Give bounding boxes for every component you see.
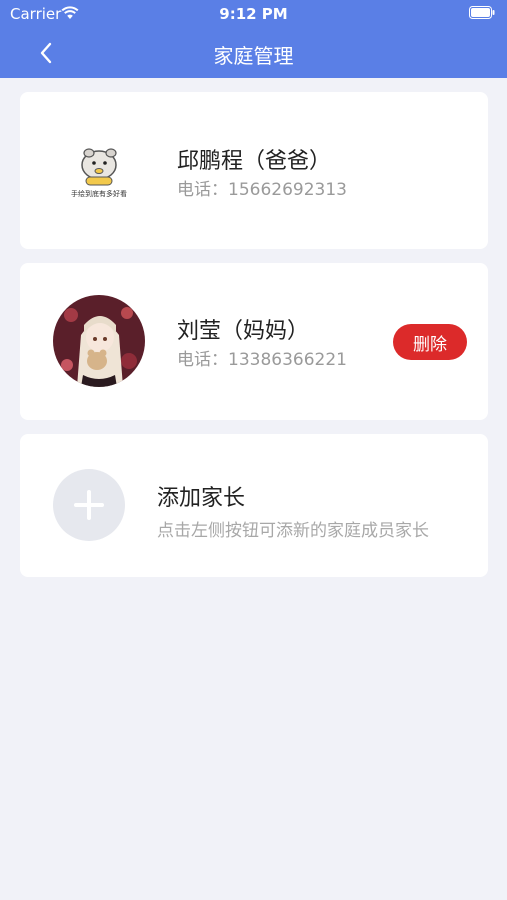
member-card[interactable]: 手绘到底有多好看 邱鹏程（爸爸） 电话：15662692313 [20,92,488,249]
nav-bar: 家庭管理 [0,28,507,78]
status-bar: Carrier 9:12 PM [0,0,507,28]
add-parent-card[interactable]: 添加家长 点击左侧按钮可添新的家庭成员家长 [20,434,488,577]
delete-button[interactable]: 删除 [393,324,467,360]
member-phone: 电话：15662692313 [177,180,347,200]
member-card[interactable]: 刘莹（妈妈） 电话：13386366221 删除 [20,263,488,420]
battery-icon [469,6,495,19]
add-parent-title: 添加家长 [157,486,246,511]
avatar-caption: 手绘到底有多好看 [71,189,127,198]
member-phone: 电话：13386366221 [177,350,347,370]
status-time: 9:12 PM [219,5,288,23]
anime-avatar-image [53,295,145,387]
hamster-avatar-image: 手绘到底有多好看 [71,148,127,198]
add-parent-hint: 点击左侧按钮可添新的家庭成员家长 [157,521,429,541]
page-title: 家庭管理 [213,44,294,68]
avatar: 手绘到底有多好看 [53,125,145,217]
member-name: 刘莹（妈妈） [177,319,310,344]
avatar [53,295,145,387]
member-name: 邱鹏程（爸爸） [177,149,332,174]
plus-icon [74,490,104,520]
add-parent-button[interactable] [53,469,125,541]
header: Carrier 9:12 PM 家庭管理 [0,0,507,78]
